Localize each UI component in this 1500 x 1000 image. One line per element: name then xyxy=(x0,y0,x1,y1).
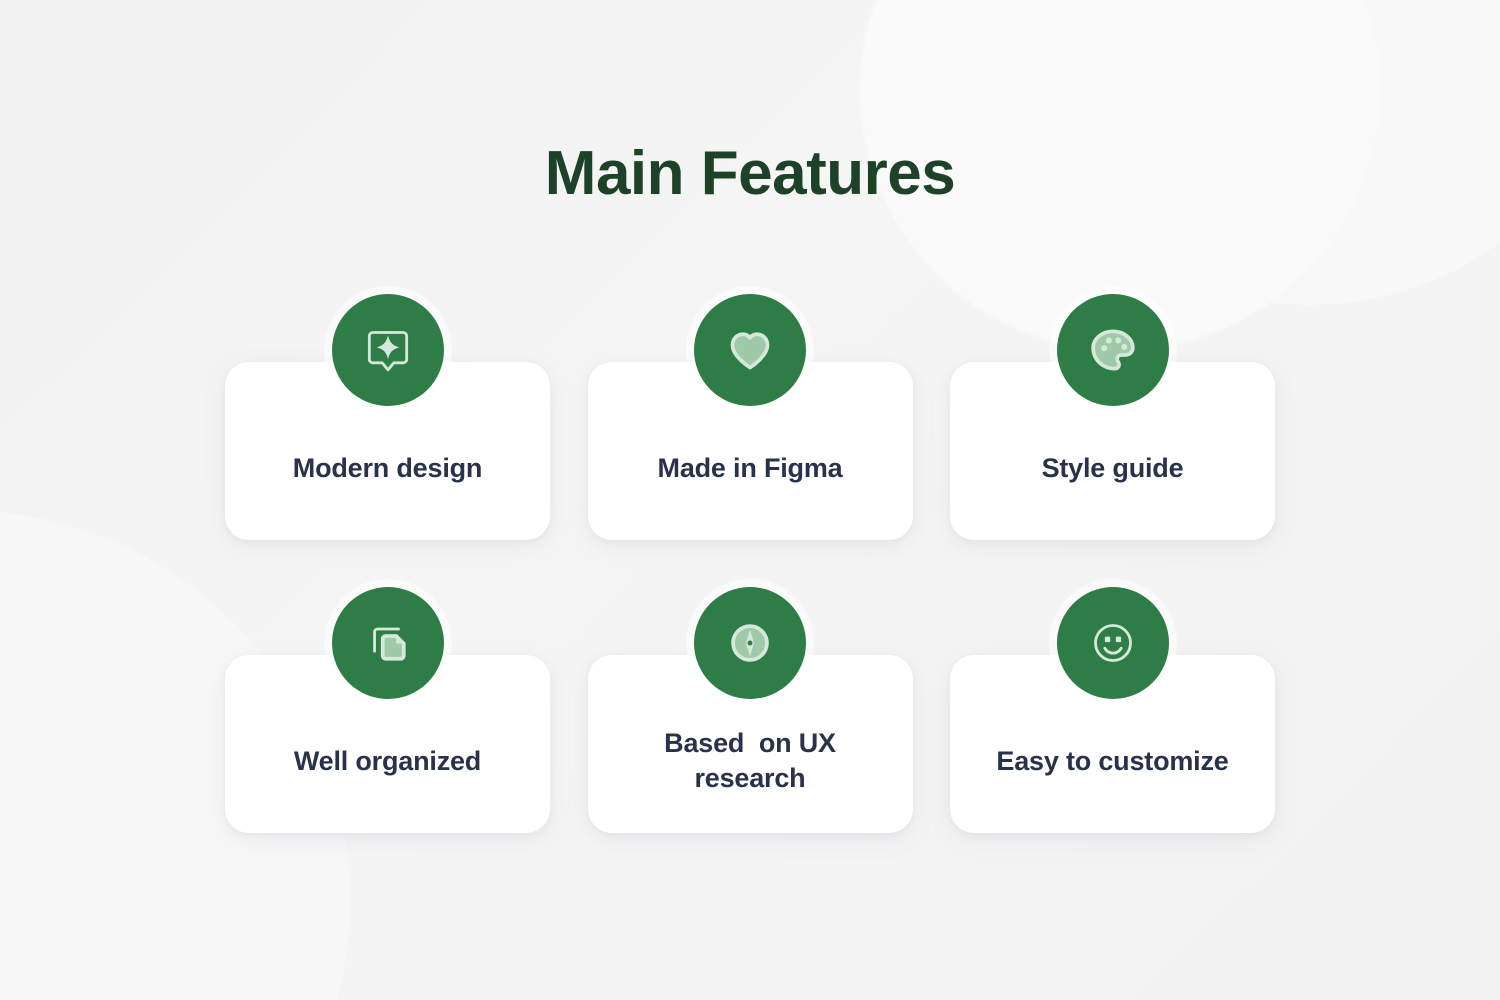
copy-documents-icon xyxy=(331,587,444,699)
features-grid: Modern design Made in Figma Style guide … xyxy=(225,294,1275,833)
feature-label: Based on UX research xyxy=(664,728,836,793)
compass-icon xyxy=(694,587,806,699)
feature-card-modern-design[interactable]: Modern design xyxy=(225,294,550,540)
page-title: Main Features xyxy=(544,139,956,208)
feature-label: Modern design xyxy=(292,452,483,483)
heart-icon xyxy=(694,294,806,406)
feature-label: Easy to customize xyxy=(996,745,1229,776)
feature-card-easy-to-customize[interactable]: Easy to customize xyxy=(950,587,1275,833)
features-row-bottom: Well organized Based on UX research Easy… xyxy=(225,587,1275,833)
smiley-face-icon xyxy=(1056,587,1169,699)
feature-card-made-in-figma[interactable]: Made in Figma xyxy=(587,294,913,540)
main-features-page: Main Features Modern design Made in Figm… xyxy=(0,0,1500,1000)
feature-label: Well organized xyxy=(293,745,482,776)
features-row-top: Modern design Made in Figma Style guide xyxy=(225,294,1275,540)
sparkle-chat-icon xyxy=(331,294,444,406)
palette-icon xyxy=(1056,294,1169,406)
feature-card-based-on-ux-research[interactable]: Based on UX research xyxy=(587,587,913,833)
feature-card-style-guide[interactable]: Style guide xyxy=(950,294,1275,540)
feature-label: Made in Figma xyxy=(657,452,843,483)
feature-card-well-organized[interactable]: Well organized xyxy=(225,587,550,833)
feature-label: Style guide xyxy=(1041,452,1184,483)
